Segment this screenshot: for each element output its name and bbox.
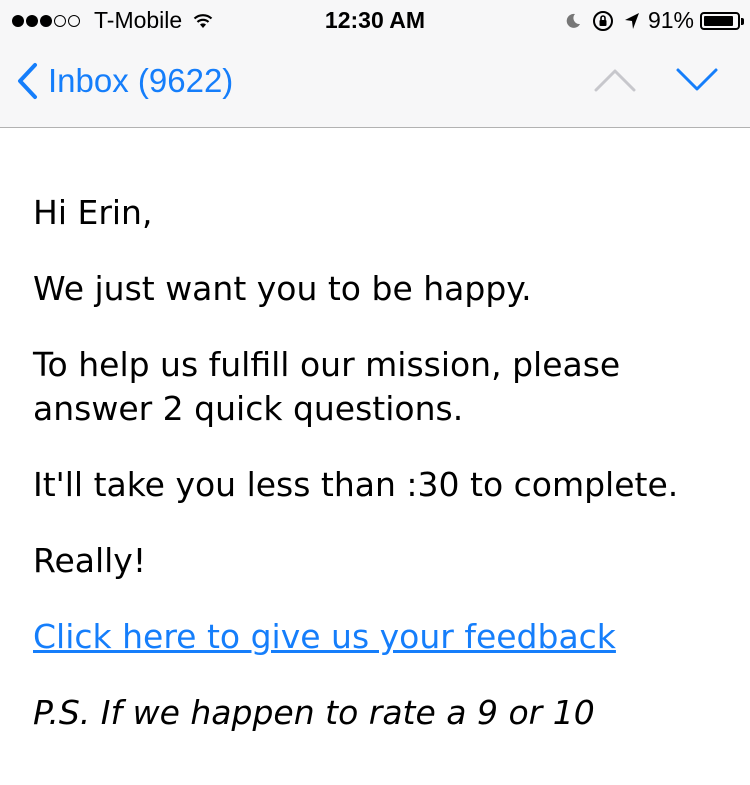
chevron-left-icon [18, 63, 37, 99]
rotation-lock-icon [592, 10, 613, 31]
email-body: Hi Erin, We just want you to be happy. T… [33, 128, 723, 735]
battery-fill [704, 15, 734, 26]
back-label: Inbox (9622) [48, 62, 234, 99]
email-paragraph: Really! [33, 541, 147, 580]
email-postscript: P.S. If we happen to rate a 9 or 10 [33, 693, 595, 732]
status-bar: T-Mobile 12:30 AM 91% [0, 0, 750, 40]
status-right: 91% [564, 7, 744, 34]
feedback-link[interactable]: Click here to give us your feedback [33, 615, 723, 659]
email-paragraph: It'll take you less than :30 to complete… [33, 465, 679, 504]
battery-icon [700, 11, 744, 30]
previous-message-chevron-up-icon[interactable] [592, 66, 638, 94]
back-to-inbox-button[interactable]: Inbox (9622) [16, 62, 233, 100]
email-paragraph: We just want you to be happy. [33, 269, 532, 308]
battery-percent: 91% [647, 7, 694, 33]
email-paragraph: To help us fulfill our mission, please a… [33, 345, 621, 428]
navigation-bar: Inbox (9622) [0, 40, 750, 128]
email-greeting: Hi Erin, [33, 193, 153, 232]
moon-icon [566, 13, 580, 28]
next-message-chevron-down-icon[interactable] [674, 66, 720, 94]
location-icon [624, 12, 639, 29]
